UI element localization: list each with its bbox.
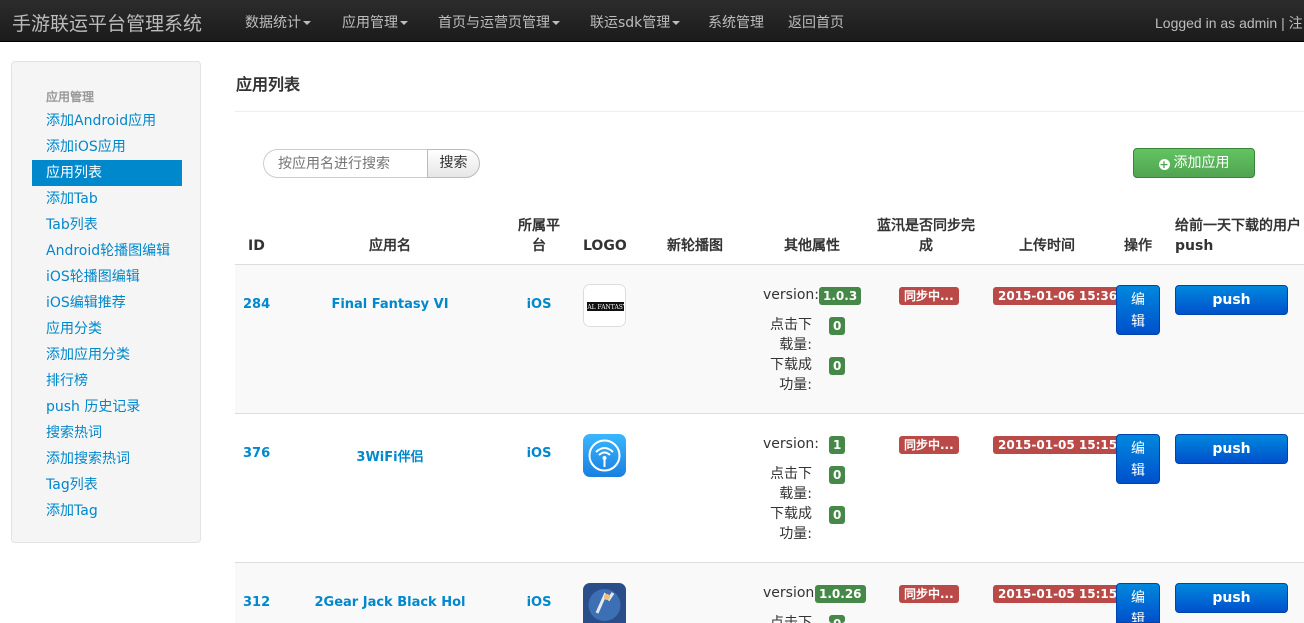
version-badge: 1.0.3	[819, 287, 862, 305]
th-operations: 操作	[1124, 238, 1152, 254]
success-badge: 0	[829, 357, 846, 375]
sync-status-badge: 同步中...	[899, 436, 959, 454]
version-badge: 1	[829, 436, 846, 454]
login-status: Logged in as admin | 注	[1155, 15, 1303, 31]
cell-platform[interactable]: iOS	[515, 297, 563, 312]
cell-id[interactable]: 312	[243, 595, 270, 610]
clicks-badge: 0	[829, 615, 846, 623]
sidebar-item-tag-list[interactable]: Tag列表	[32, 472, 182, 498]
attr-version-label: version:	[763, 287, 819, 303]
cell-id[interactable]: 376	[243, 446, 270, 461]
nav-back-home[interactable]: 返回首页	[788, 12, 844, 32]
sync-status-badge: 同步中...	[899, 585, 959, 603]
sidebar-item-add-android[interactable]: 添加Android应用	[32, 108, 182, 134]
cell-id[interactable]: 284	[243, 297, 270, 312]
upload-time-badge: 2015-01-06 15:36	[993, 287, 1123, 305]
th-id: ID	[248, 238, 265, 254]
th-carousel: 新轮播图	[667, 238, 723, 254]
cell-platform[interactable]: iOS	[515, 446, 563, 461]
nav-app-management[interactable]: 应用管理	[342, 12, 408, 32]
sidebar-item-hot-search[interactable]: 搜索热词	[32, 420, 182, 446]
sidebar-item-add-hot-search[interactable]: 添加搜索热词	[32, 446, 182, 472]
wifi-logo-icon	[583, 434, 626, 477]
nav-home-operations[interactable]: 首页与运营页管理	[438, 12, 560, 32]
attr-success-label: 下载成 功量:	[770, 506, 812, 542]
cell-platform[interactable]: iOS	[515, 595, 563, 610]
sync-status-badge: 同步中...	[899, 287, 959, 305]
sidebar-item-app-category[interactable]: 应用分类	[32, 316, 182, 342]
th-platform: 所属平台	[518, 218, 560, 254]
attr-version-label: version:	[763, 585, 819, 601]
attr-success-label: 下载成 功量:	[770, 357, 812, 393]
nav-system-management[interactable]: 系统管理	[708, 12, 764, 32]
chevron-down-icon	[672, 21, 681, 25]
sidebar-item-ios-recommend[interactable]: iOS编辑推荐	[32, 290, 182, 316]
attr-clicks-label: 点击下	[770, 615, 812, 623]
sidebar-item-push-history[interactable]: push 历史记录	[32, 394, 182, 420]
edit-button[interactable]: 编辑	[1116, 434, 1160, 484]
th-other-attrs: 其他属性	[784, 238, 840, 254]
cell-app-name[interactable]: 2Gear Jack Black Hol	[295, 595, 485, 610]
sidebar-item-add-category[interactable]: 添加应用分类	[32, 342, 182, 368]
clicks-badge: 0	[829, 466, 846, 484]
chevron-down-icon	[552, 21, 560, 25]
sidebar-item-tab-list[interactable]: Tab列表	[32, 212, 182, 238]
sidebar-header: 应用管理	[46, 90, 95, 104]
cell-app-name[interactable]: Final Fantasy VI	[295, 297, 485, 312]
th-upload-time: 上传时间	[1019, 238, 1075, 254]
sidebar-item-android-carousel[interactable]: Android轮播图编辑	[32, 238, 182, 264]
chevron-down-icon	[400, 21, 408, 25]
sidebar: 应用管理 添加Android应用 添加iOS应用 应用列表 添加Tab Tab列…	[11, 61, 201, 543]
push-button[interactable]: push	[1175, 434, 1288, 464]
chevron-down-icon	[303, 21, 311, 25]
th-logo: LOGO	[583, 238, 627, 254]
sidebar-item-ranking[interactable]: 排行榜	[32, 368, 182, 394]
row-divider	[235, 413, 1304, 414]
add-app-button[interactable]: + 添加应用	[1133, 148, 1255, 178]
search-button[interactable]: 搜索	[427, 149, 480, 178]
nav-data-stats[interactable]: 数据统计	[245, 12, 311, 32]
clicks-badge: 0	[829, 317, 846, 335]
row-divider	[235, 562, 1304, 563]
sidebar-item-app-list[interactable]: 应用列表	[32, 160, 182, 186]
page-title: 应用列表	[236, 75, 301, 94]
gear-jack-logo-icon	[583, 583, 626, 623]
nav-sdk-management[interactable]: 联运sdk管理	[590, 12, 681, 32]
title-divider	[235, 111, 1304, 112]
sidebar-item-add-tag[interactable]: 添加Tag	[32, 498, 182, 524]
attr-clicks-label: 点击下 载量:	[770, 466, 812, 502]
edit-button[interactable]: 编辑	[1116, 583, 1160, 623]
push-button[interactable]: push	[1175, 285, 1288, 315]
search-input[interactable]	[263, 149, 428, 178]
push-button[interactable]: push	[1175, 583, 1288, 613]
sidebar-item-add-ios[interactable]: 添加iOS应用	[32, 134, 182, 160]
version-badge: 1.0.26	[815, 585, 866, 603]
th-push: 给前一天下载的用户 push	[1175, 218, 1301, 254]
final-fantasy-logo-icon: FINAL FANTASY VI	[583, 284, 626, 327]
plus-circle-icon: +	[1158, 158, 1170, 171]
sidebar-item-add-tab[interactable]: 添加Tab	[32, 186, 182, 212]
row-divider	[235, 264, 1304, 265]
th-app-name: 应用名	[369, 238, 411, 254]
attr-clicks-label: 点击下 载量:	[770, 317, 812, 353]
upload-time-badge: 2015-01-05 15:15	[993, 436, 1123, 454]
th-sync: 蓝汛是否同步完成	[877, 218, 975, 254]
upload-time-badge: 2015-01-05 15:15	[993, 585, 1123, 603]
cell-app-name[interactable]: 3WiFi伴侣	[295, 446, 485, 465]
svg-text:FINAL FANTASY VI: FINAL FANTASY VI	[584, 304, 626, 311]
brand-title[interactable]: 手游联运平台管理系统	[12, 9, 202, 36]
attr-version-label: version:	[763, 436, 819, 452]
top-navbar: 手游联运平台管理系统 数据统计 应用管理 首页与运营页管理 联运sdk管理 系统…	[0, 0, 1304, 42]
success-badge: 0	[829, 506, 846, 524]
edit-button[interactable]: 编辑	[1116, 285, 1160, 335]
sidebar-item-ios-carousel[interactable]: iOS轮播图编辑	[32, 264, 182, 290]
